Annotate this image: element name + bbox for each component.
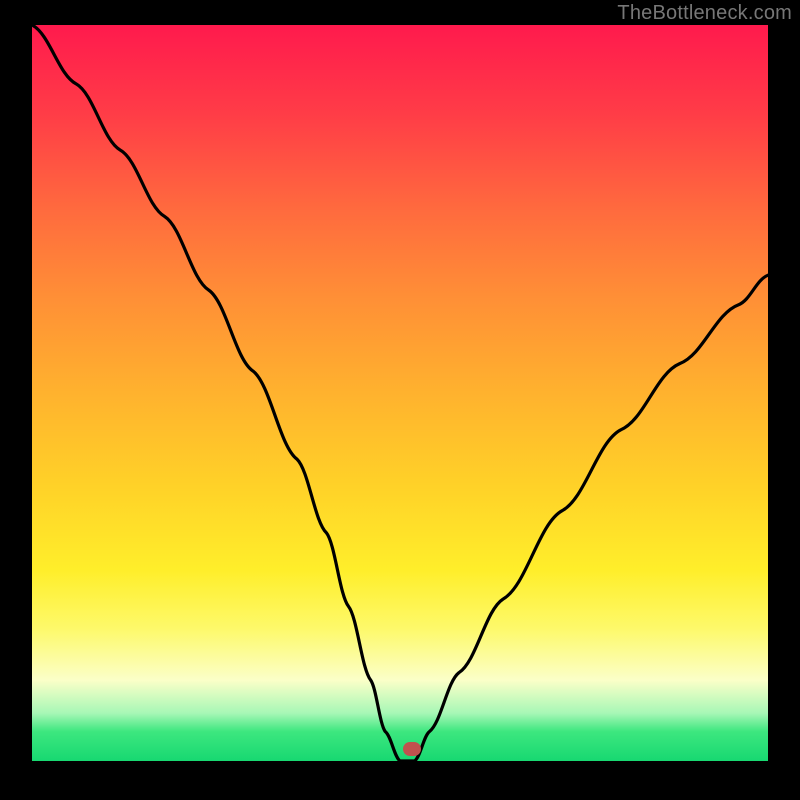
bottleneck-curve-path <box>32 25 768 761</box>
curve-svg <box>32 25 768 761</box>
plot-area <box>32 25 768 761</box>
watermark-text: TheBottleneck.com <box>617 2 792 25</box>
min-marker <box>403 742 421 756</box>
chart-frame <box>0 25 800 800</box>
